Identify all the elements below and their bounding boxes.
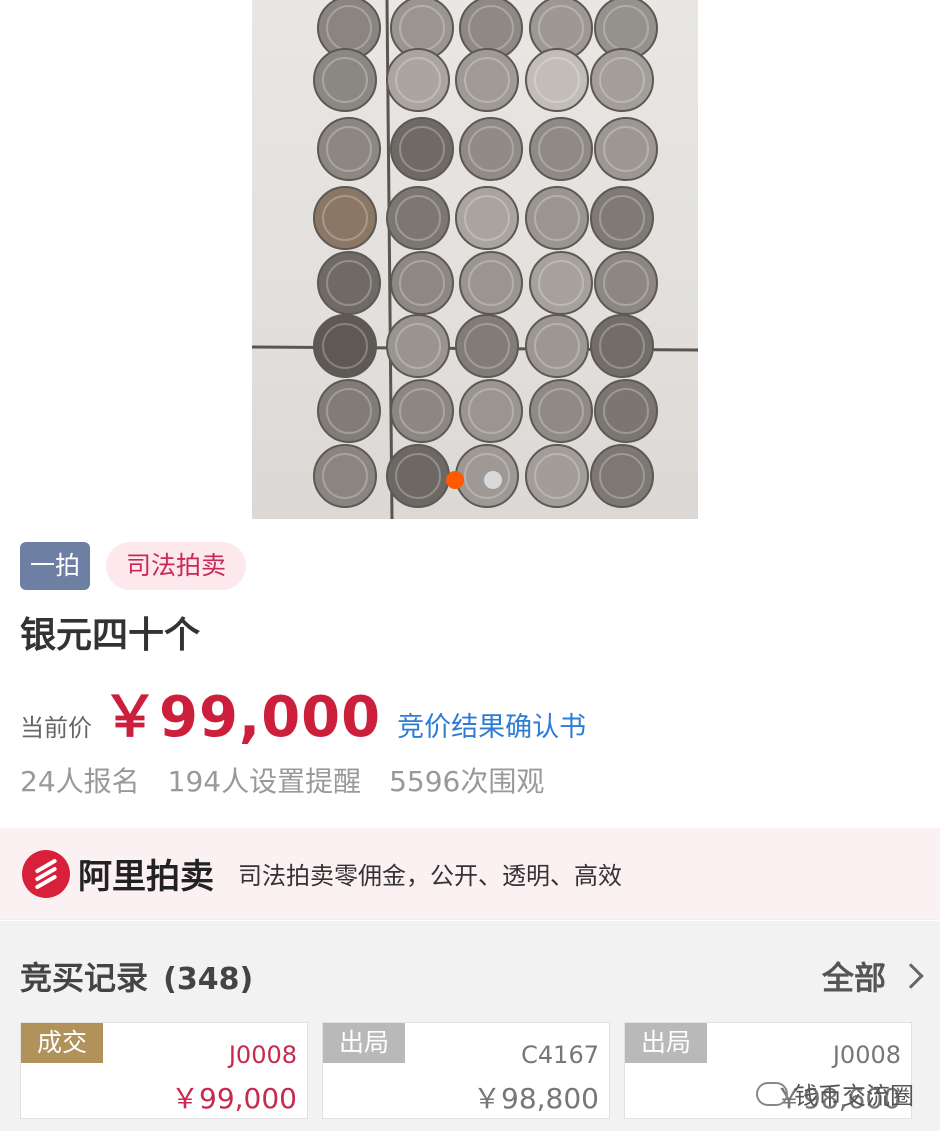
photo-gallery[interactable] <box>0 0 940 522</box>
coin <box>525 444 589 508</box>
coin <box>313 314 377 378</box>
carousel-dots <box>446 471 502 489</box>
coin <box>594 117 658 181</box>
round-tag: 一拍 <box>20 542 91 590</box>
coin <box>313 186 377 250</box>
view-all-label: 全部 <box>821 959 886 997</box>
coin <box>386 314 450 378</box>
ali-auction-slogan: 司法拍卖零佣金，公开、透明、高效 <box>238 862 622 890</box>
bidder-code: J0008 <box>832 1041 901 1069</box>
coin <box>529 251 593 315</box>
bid-records-count: (348) <box>163 962 254 997</box>
ali-auction-brand: 阿里拍卖 <box>78 857 214 897</box>
ali-auction-banner[interactable]: 阿里拍卖 司法拍卖零佣金，公开、透明、高效 <box>0 828 940 920</box>
coin <box>529 379 593 443</box>
coin <box>317 117 381 181</box>
bidder-code: J0008 <box>228 1041 297 1069</box>
watermark-text: 钱币交流圈 <box>794 1082 914 1110</box>
chevron-right-icon <box>898 963 924 989</box>
coin <box>455 186 519 250</box>
coin <box>313 444 377 508</box>
coin <box>525 314 589 378</box>
bidder-code: C4167 <box>521 1041 599 1069</box>
reminder-count: 194人设置提醒 <box>167 765 362 798</box>
ali-auction-logo-icon <box>22 849 70 898</box>
bid-status-badge: 成交 <box>21 1023 103 1063</box>
bid-status-badge: 出局 <box>323 1023 405 1063</box>
judicial-auction-tag: 司法拍卖 <box>106 542 247 590</box>
bid-status-badge: 出局 <box>625 1023 707 1063</box>
coin <box>455 314 519 378</box>
coin <box>317 251 381 315</box>
coin <box>317 379 381 443</box>
coin <box>590 186 654 250</box>
coin <box>386 444 450 508</box>
coin <box>525 48 589 112</box>
current-price-label: 当前价 <box>20 714 92 742</box>
bid-amount: ￥99,000 <box>171 1082 297 1115</box>
coin <box>594 251 658 315</box>
price-row: 当前价 ￥99,000 竞价结果确认书 <box>20 672 586 753</box>
coin <box>529 117 593 181</box>
coin <box>455 48 519 112</box>
coin <box>459 117 523 181</box>
tag-row: 一拍 司法拍卖 <box>20 542 247 590</box>
coin <box>386 48 450 112</box>
view-all-bids-button[interactable]: 全部 <box>821 953 924 999</box>
coin <box>590 444 654 508</box>
bid-amount: ￥98,800 <box>473 1082 599 1115</box>
coin <box>390 379 454 443</box>
coin <box>390 251 454 315</box>
coin <box>386 186 450 250</box>
signup-count: 24人报名 <box>20 765 140 798</box>
bid-card[interactable]: 成交 J0008 ￥99,000 <box>20 1022 308 1119</box>
coin <box>590 314 654 378</box>
coin <box>590 48 654 112</box>
coin <box>525 186 589 250</box>
item-title: 银元四十个 <box>20 615 201 656</box>
bid-records-header: 竞买记录 (348) 全部 <box>20 953 924 999</box>
watermark: 钱币交流圈 <box>756 1076 914 1111</box>
bid-card[interactable]: 出局 C4167 ￥98,800 <box>322 1022 610 1119</box>
stats-row: 24人报名 194人设置提醒 5596次围观 <box>20 760 544 800</box>
view-count: 5596次围观 <box>389 765 545 798</box>
coin <box>390 117 454 181</box>
carousel-dot-active[interactable] <box>446 471 464 489</box>
current-price-value: ￥99,000 <box>102 685 382 750</box>
coin <box>459 379 523 443</box>
carousel-dot[interactable] <box>484 471 502 489</box>
coin <box>313 48 377 112</box>
auction-result-link[interactable]: 竞价结果确认书 <box>397 705 586 744</box>
coin <box>594 379 658 443</box>
coin <box>459 251 523 315</box>
bid-records-title: 竞买记录 <box>20 959 149 997</box>
coins-image <box>252 0 698 519</box>
product-photo[interactable] <box>252 0 698 519</box>
wechat-icon <box>756 1081 788 1106</box>
